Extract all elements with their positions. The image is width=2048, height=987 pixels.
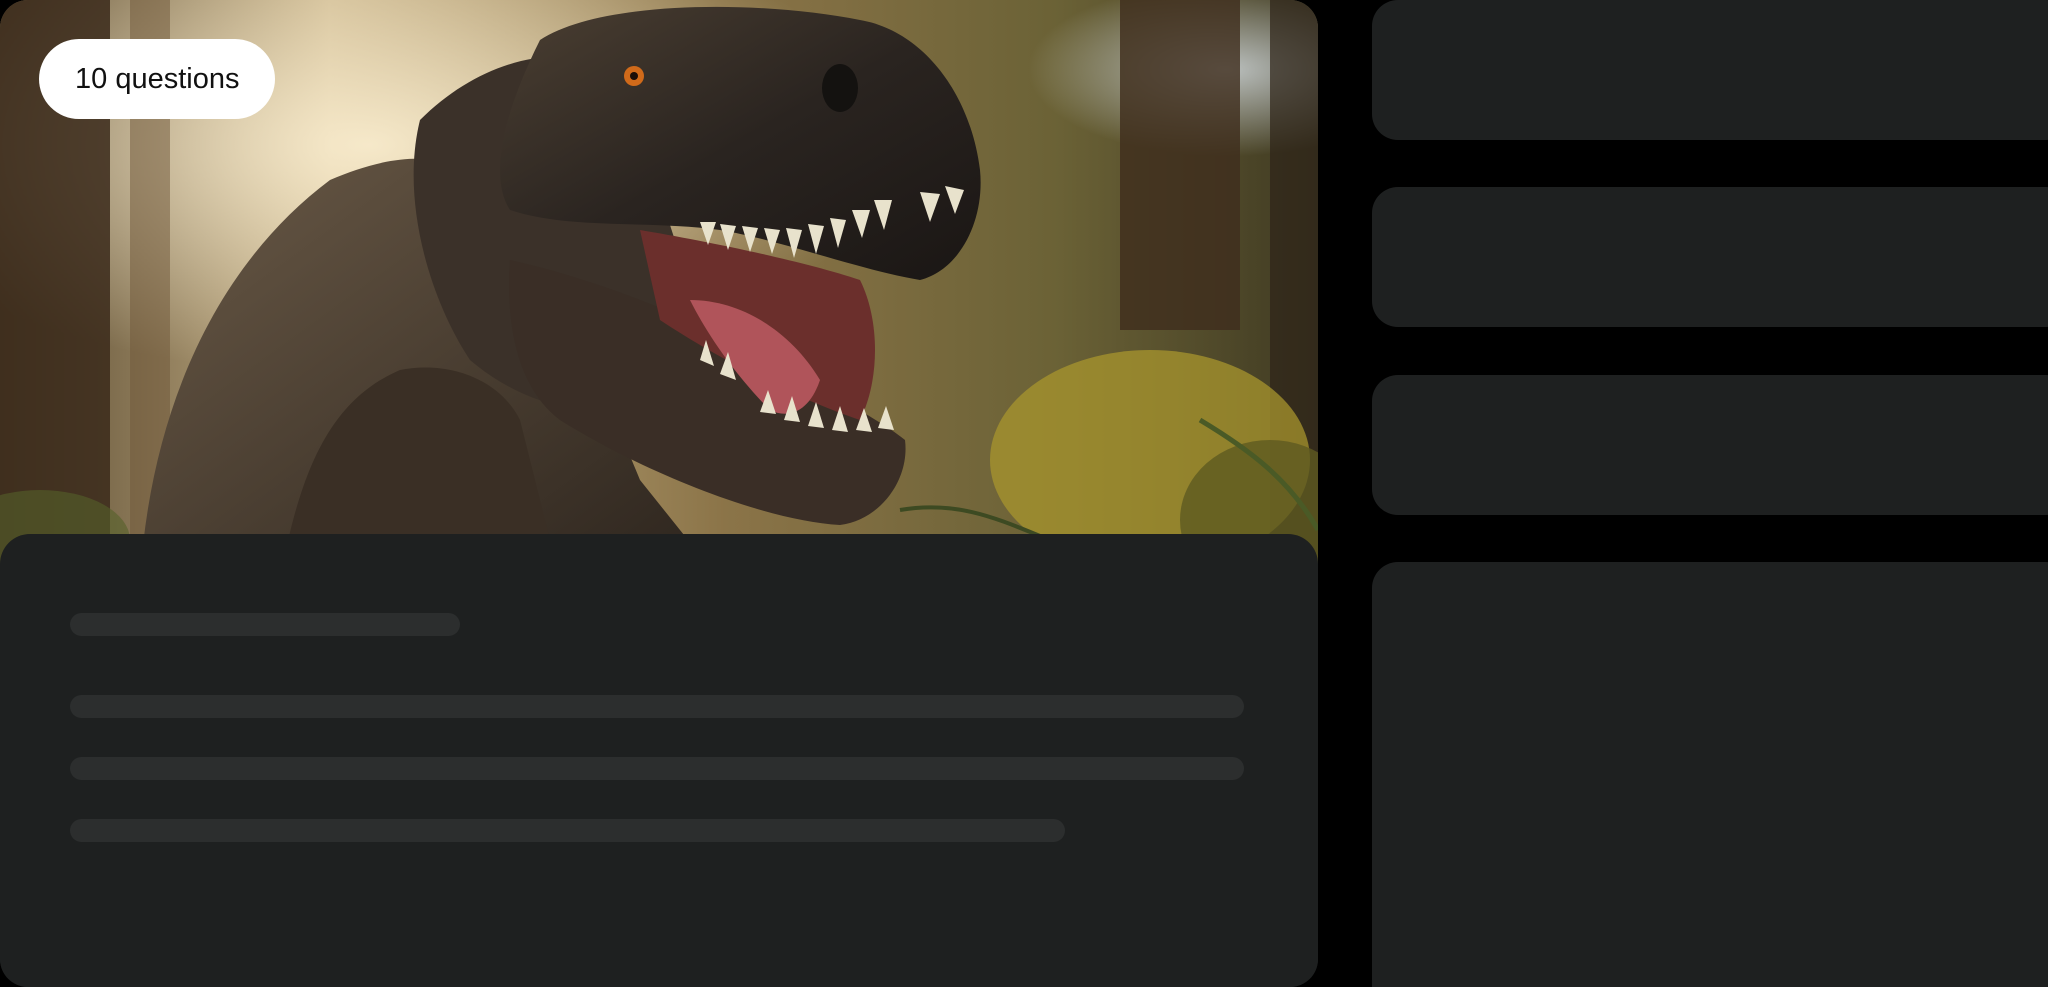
hero-image: 10 questions [0,0,1318,580]
text-line-placeholder [70,695,1244,718]
side-card-placeholder[interactable] [1372,562,2048,987]
quiz-details-panel [0,534,1318,987]
text-line-placeholder [70,819,1065,842]
text-line-placeholder [70,757,1244,780]
question-count-badge[interactable]: 10 questions [39,39,276,119]
side-card-placeholder[interactable] [1372,0,2048,140]
side-card-placeholder[interactable] [1372,375,2048,515]
side-card-placeholder[interactable] [1372,187,2048,327]
quiz-card[interactable]: 10 questions [0,0,1318,987]
title-placeholder [70,613,460,636]
quiz-preview: 10 questions [0,0,2048,987]
